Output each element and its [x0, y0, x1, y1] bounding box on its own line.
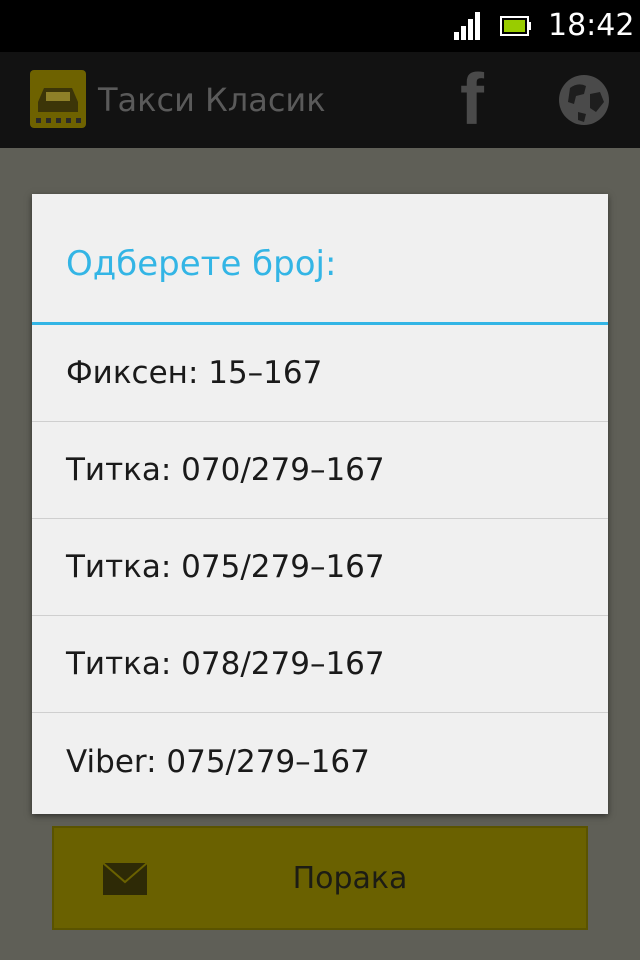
option-mobile-075[interactable]: Титка: 075/279–167 — [32, 519, 608, 616]
facebook-icon[interactable]: f — [450, 64, 494, 136]
action-bar: Такси Класик f — [0, 52, 640, 148]
option-mobile-078[interactable]: Титка: 078/279–167 — [32, 616, 608, 713]
dialog-title: Одберете број: — [66, 244, 337, 284]
status-bar: 18:42 — [0, 0, 640, 52]
message-button-label: Порака — [292, 860, 408, 896]
globe-icon[interactable] — [556, 72, 612, 128]
message-button[interactable]: Порака — [52, 826, 588, 930]
number-options-list: Фиксен: 15–167 Титка: 070/279–167 Титка:… — [32, 325, 608, 810]
option-landline[interactable]: Фиксен: 15–167 — [32, 325, 608, 422]
signal-icon — [454, 12, 480, 40]
select-number-dialog: Одберете број: Фиксен: 15–167 Титка: 070… — [32, 194, 608, 814]
app-title: Такси Класик — [98, 81, 326, 119]
status-time: 18:42 — [548, 8, 635, 43]
option-viber[interactable]: Viber: 075/279–167 — [32, 713, 608, 810]
battery-icon — [500, 16, 531, 36]
taxi-app-icon — [30, 70, 86, 128]
option-mobile-070[interactable]: Титка: 070/279–167 — [32, 422, 608, 519]
